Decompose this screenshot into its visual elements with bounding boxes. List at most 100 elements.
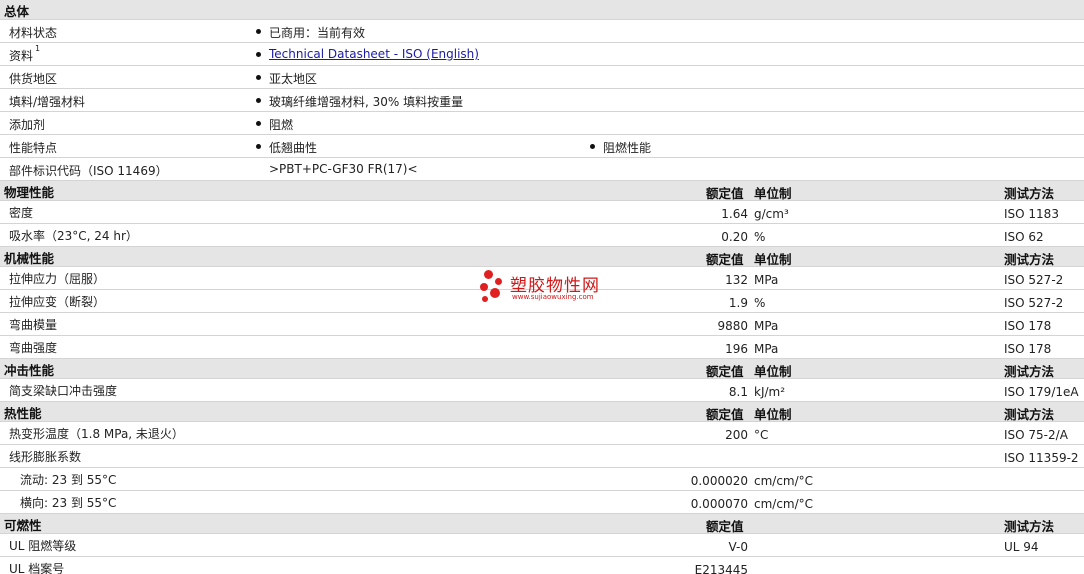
test-method: ISO 527-2 [1004, 296, 1064, 310]
property-label: 线形膨胀系数 [9, 450, 82, 464]
bullet-icon [256, 98, 261, 103]
section-title: 可燃性 [4, 518, 42, 533]
general-row: 资料 1 Technical Datasheet - ISO (English) [0, 43, 1084, 66]
column-header-rated: 额定值 [706, 252, 744, 267]
property-row: 流动: 23 到 55°C 0.000020 cm/cm/°C [0, 468, 1084, 491]
section-header: 冲击性能 额定值 单位制 测试方法 [0, 359, 1084, 379]
property-value: 196 [725, 342, 748, 356]
test-method: ISO 178 [1004, 342, 1052, 356]
test-method: ISO 1183 [1004, 207, 1059, 221]
watermark-url: www.sujiaowuxing.com [512, 293, 594, 301]
general-row: 性能特点 低翘曲性 阻燃性能 [0, 135, 1084, 158]
bullet-icon [256, 75, 261, 80]
general-value: 阻燃 [269, 118, 294, 132]
general-label: 材料状态 [9, 26, 58, 40]
column-header-method: 测试方法 [1004, 252, 1055, 267]
general-label-sup: 1 [35, 44, 40, 59]
property-value: 1.64 [721, 207, 748, 221]
column-header-method: 测试方法 [1004, 364, 1055, 379]
general-label: 添加剂 [9, 118, 46, 132]
property-row: UL 档案号 E213445 [0, 557, 1084, 574]
test-method: ISO 179/1eA [1004, 385, 1079, 399]
section-title: 总体 [4, 4, 30, 19]
general-label: 资料 [9, 49, 34, 63]
section-title: 冲击性能 [4, 363, 55, 378]
section-header: 热性能 额定值 单位制 测试方法 [0, 402, 1084, 422]
property-row: 弯曲模量 9880 MPa ISO 178 [0, 313, 1084, 336]
property-value: 9880 [717, 319, 748, 333]
bullet-icon [256, 144, 261, 149]
property-value: 8.1 [728, 385, 748, 399]
property-value: 1.9 [728, 296, 748, 310]
column-header-unit: 单位制 [754, 364, 792, 379]
column-header-unit: 单位制 [754, 186, 792, 201]
property-value: 0.20 [721, 230, 748, 244]
watermark-logo: 塑胶物性网 www.sujiaowuxing.com [478, 268, 628, 308]
bullet-icon [590, 144, 595, 149]
section-title: 热性能 [4, 406, 42, 421]
property-unit: cm/cm/°C [754, 497, 814, 511]
column-header-rated: 额定值 [706, 407, 744, 422]
test-method: UL 94 [1004, 540, 1039, 554]
general-label: 性能特点 [9, 141, 58, 155]
column-header-rated: 额定值 [706, 364, 744, 379]
general-value: 已商用：当前有效 [269, 26, 366, 40]
general-value: 亚太地区 [269, 72, 318, 86]
section-header: 物理性能 额定值 单位制 测试方法 [0, 181, 1084, 201]
general-row: 填料/增强材料 玻璃纤维增强材料, 30% 填料按重量 [0, 89, 1084, 112]
property-value: E213445 [694, 563, 748, 574]
property-unit: % [754, 296, 766, 310]
general-label: 填料/增强材料 [9, 95, 86, 109]
section-header: 机械性能 额定值 单位制 测试方法 [0, 247, 1084, 267]
section-header: 总体 [0, 0, 1084, 20]
property-value: 132 [725, 273, 748, 287]
property-unit: g/cm³ [754, 207, 789, 221]
datasheet-link[interactable]: Technical Datasheet - ISO (English) [269, 47, 479, 61]
column-header-rated: 额定值 [706, 519, 744, 534]
general-row: 供货地区 亚太地区 [0, 66, 1084, 89]
general-row: 材料状态 已商用：当前有效 [0, 20, 1084, 43]
test-method: ISO 527-2 [1004, 273, 1064, 287]
property-row: 吸水率（23°C, 24 hr） 0.20% ISO 62 [0, 224, 1084, 247]
general-value: 阻燃性能 [603, 141, 652, 155]
bullet-icon [256, 52, 261, 57]
property-row: UL 阻燃等级 V-0 UL 94 [0, 534, 1084, 557]
property-value: 200 [725, 428, 748, 442]
property-value: 0.000020 [690, 474, 748, 488]
test-method: ISO 11359-2 [1004, 451, 1079, 465]
property-unit: cm/cm/°C [754, 474, 814, 488]
column-header-method: 测试方法 [1004, 186, 1055, 201]
general-row: 添加剂 阻燃 [0, 112, 1084, 135]
property-row: 热变形温度（1.8 MPa, 未退火） 200 °C ISO 75-2/A [0, 422, 1084, 445]
section-header: 可燃性 额定值 测试方法 [0, 514, 1084, 534]
footnote-marker: 1 [35, 44, 41, 53]
column-header-unit: 单位制 [754, 407, 792, 422]
property-unit: MPa [754, 319, 779, 333]
column-header-method: 测试方法 [1004, 519, 1055, 534]
property-row: 弯曲强度 196 MPa ISO 178 [0, 336, 1084, 359]
section-title: 物理性能 [4, 185, 55, 200]
property-value: 0.000070 [690, 497, 748, 511]
test-method: ISO 178 [1004, 319, 1052, 333]
property-unit: kJ/m² [754, 385, 786, 399]
property-unit: % [754, 230, 766, 244]
general-value: 玻璃纤维增强材料, 30% 填料按重量 [269, 95, 464, 109]
general-row: 部件标识代码（ISO 11469） >PBT+PC-GF30 FR(17)< [0, 158, 1084, 181]
part-marking-code: >PBT+PC-GF30 FR(17)< [269, 162, 418, 176]
column-header-unit: 单位制 [754, 252, 792, 267]
bullet-icon [256, 121, 261, 126]
property-unit: °C [754, 428, 769, 442]
property-unit: MPa [754, 342, 779, 356]
property-row: 简支梁缺口冲击强度 8.1 kJ/m² ISO 179/1eA [0, 379, 1084, 402]
general-value: 低翘曲性 [269, 141, 318, 155]
test-method: ISO 75-2/A [1004, 428, 1068, 442]
property-value: V-0 [728, 540, 748, 554]
column-header-rated: 额定值 [706, 186, 744, 201]
property-row: 横向: 23 到 55°C 0.000070 cm/cm/°C [0, 491, 1084, 514]
column-header-method: 测试方法 [1004, 407, 1055, 422]
property-row: 线形膨胀系数 ISO 11359-2 [0, 445, 1084, 468]
property-unit: MPa [754, 273, 779, 287]
section-title: 机械性能 [4, 251, 55, 266]
general-label: 供货地区 [9, 72, 58, 86]
property-row: 密度 1.64 g/cm³ ISO 1183 [0, 201, 1084, 224]
